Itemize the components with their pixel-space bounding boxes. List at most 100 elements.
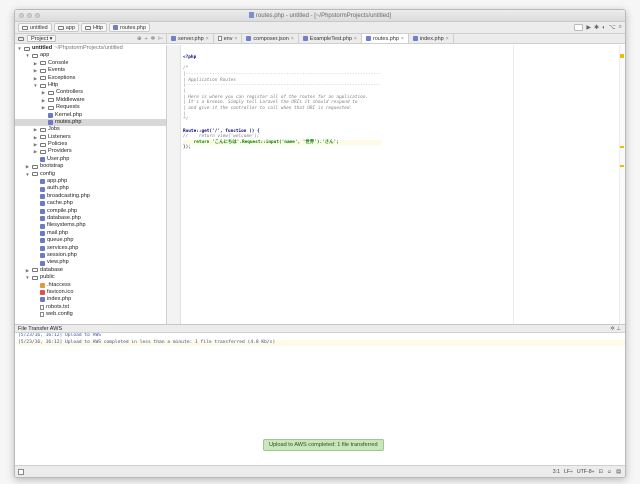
warning-mark[interactable]: [620, 146, 624, 148]
tree-item[interactable]: ▶ Jobs: [15, 126, 166, 133]
breadcrumb-app[interactable]: app: [53, 23, 79, 32]
gear-icon[interactable]: ✲: [610, 326, 615, 332]
expand-right-icon[interactable]: ▶: [33, 134, 38, 141]
project-view-select[interactable]: Project ▾: [27, 35, 57, 42]
expand-down-icon[interactable]: ▼: [25, 274, 30, 281]
expand-down-icon[interactable]: ▼: [25, 52, 30, 59]
tree-item[interactable]: database.php: [15, 215, 166, 222]
event-log-icon[interactable]: ▤: [616, 469, 621, 475]
tree-item[interactable]: cache.php: [15, 200, 166, 207]
tree-item[interactable]: mail.php: [15, 230, 166, 237]
expand-right-icon[interactable]: ▶: [33, 67, 38, 74]
tree-item[interactable]: services.php: [15, 245, 166, 252]
warning-mark[interactable]: [620, 165, 624, 167]
expand-right-icon[interactable]: ▶: [33, 60, 38, 67]
breadcrumb-http[interactable]: Http: [80, 23, 108, 32]
tree-item[interactable]: view.php: [15, 259, 166, 266]
run-icon[interactable]: ▶: [586, 24, 591, 31]
close-tab-icon[interactable]: ×: [291, 36, 294, 42]
tree-item[interactable]: ▼ config: [15, 171, 166, 178]
breadcrumb-untitled[interactable]: untitled: [18, 23, 52, 32]
inspection-status-icon[interactable]: [620, 54, 624, 58]
tree-item[interactable]: ▶ Providers: [15, 148, 166, 155]
tab-env[interactable]: env ×: [214, 34, 243, 43]
search-icon[interactable]: ⌕: [619, 24, 622, 31]
tree-item[interactable]: broadcasting.php: [15, 193, 166, 200]
tab-routes-php[interactable]: routes.php ×: [361, 34, 409, 43]
tab-exampletest-php[interactable]: ExampleTest.php ×: [299, 34, 362, 43]
tree-item[interactable]: ▶ Controllers: [15, 89, 166, 96]
debug-icon[interactable]: ✱: [594, 24, 599, 31]
tree-item[interactable]: ▶ Requests: [15, 104, 166, 111]
tab-index-php[interactable]: index.php ×: [409, 34, 454, 43]
run-configuration-select[interactable]: [574, 24, 584, 31]
expand-right-icon[interactable]: ▶: [25, 267, 30, 274]
upload-notification[interactable]: Upload to AWS completed: 1 file transfer…: [263, 439, 384, 451]
close-tab-icon[interactable]: ×: [401, 36, 404, 42]
window-title: routes.php - untitled - [~/PhpstormProje…: [15, 12, 625, 19]
expand-right-icon[interactable]: ▶: [33, 75, 38, 82]
caret-position[interactable]: 3:1: [553, 469, 560, 475]
expand-right-icon[interactable]: ▶: [33, 148, 38, 155]
coverage-icon[interactable]: ◐: [602, 25, 606, 31]
expand-down-icon[interactable]: ▼: [33, 82, 38, 89]
tree-item[interactable]: ▼ untitled ~/PhpstormProjects/untitled: [15, 45, 166, 52]
tree-item-label: Exceptions: [48, 74, 76, 81]
tree-item[interactable]: queue.php: [15, 237, 166, 244]
tree-item[interactable]: ▼ app: [15, 52, 166, 59]
tool-windows-icon[interactable]: [18, 469, 24, 475]
close-tab-icon[interactable]: ×: [446, 36, 449, 42]
tree-item[interactable]: ▼ public: [15, 274, 166, 281]
tree-item[interactable]: app.php: [15, 178, 166, 185]
tree-item[interactable]: ▼ Http: [15, 82, 166, 89]
hide-panel-icon[interactable]: ⊥: [616, 326, 621, 332]
tree-item[interactable]: ▶ database: [15, 267, 166, 274]
expand-down-icon[interactable]: ▼: [25, 171, 30, 178]
expand-right-icon[interactable]: ▶: [41, 97, 46, 104]
tree-item[interactable]: ▶ bootstrap: [15, 163, 166, 170]
expand-down-icon[interactable]: ▼: [17, 45, 22, 52]
close-tab-icon[interactable]: ×: [234, 36, 237, 42]
expand-right-icon[interactable]: ▶: [33, 126, 38, 133]
expand-right-icon[interactable]: ▶: [33, 141, 38, 148]
tree-item[interactable]: web.config: [15, 311, 166, 318]
tree-item[interactable]: ▶ Events: [15, 67, 166, 74]
tree-item[interactable]: ▶ Listeners: [15, 134, 166, 141]
lock-icon[interactable]: ⊡: [598, 469, 602, 475]
hide-icon[interactable]: ⊢: [158, 36, 163, 42]
close-tab-icon[interactable]: ×: [206, 36, 209, 42]
file-encoding[interactable]: UTF-8÷: [577, 469, 595, 475]
tree-item[interactable]: User.php: [15, 156, 166, 163]
tree-item-label: User.php: [47, 155, 70, 162]
tree-item[interactable]: ▶ Policies: [15, 141, 166, 148]
expand-right-icon[interactable]: ▶: [25, 163, 30, 170]
tree-item[interactable]: favicon.ico: [15, 289, 166, 296]
code-content[interactable]: <?php/* |--------------------------------…: [183, 55, 382, 151]
sync-icon[interactable]: ⊕: [137, 36, 142, 42]
expand-right-icon[interactable]: ▶: [41, 104, 46, 111]
inspector-icon[interactable]: ☺: [607, 469, 612, 475]
breadcrumb-routes[interactable]: routes.php: [109, 23, 151, 32]
tree-item[interactable]: compile.php: [15, 208, 166, 215]
tab-composer-json[interactable]: composer.json ×: [242, 34, 299, 43]
tree-item[interactable]: ▶ Middleware: [15, 97, 166, 104]
tree-item[interactable]: ▶ Exceptions: [15, 75, 166, 82]
code-line: |---------------------------------------…: [183, 71, 382, 77]
close-tab-icon[interactable]: ×: [354, 36, 357, 42]
collapse-icon[interactable]: ÷: [145, 36, 148, 42]
tree-item[interactable]: robots.txt: [15, 304, 166, 311]
tree-item[interactable]: auth.php: [15, 185, 166, 192]
expand-right-icon[interactable]: ▶: [41, 89, 46, 96]
tree-item[interactable]: session.php: [15, 252, 166, 259]
gear-icon[interactable]: ✲: [151, 36, 156, 42]
tab-server-php[interactable]: server.php ×: [167, 34, 214, 43]
code-editor[interactable]: <?php/* |--------------------------------…: [167, 45, 625, 324]
tree-item[interactable]: ▶ Console: [15, 60, 166, 67]
tree-item[interactable]: index.php: [15, 296, 166, 303]
tree-item[interactable]: routes.php: [15, 118, 166, 127]
tree-item[interactable]: filesystems.php: [15, 222, 166, 229]
vcs-icon[interactable]: ⌥: [609, 24, 616, 31]
tree-item[interactable]: Kernel.php: [15, 112, 166, 119]
tree-item[interactable]: .htaccess: [15, 282, 166, 289]
line-separator[interactable]: LF÷: [564, 469, 573, 475]
